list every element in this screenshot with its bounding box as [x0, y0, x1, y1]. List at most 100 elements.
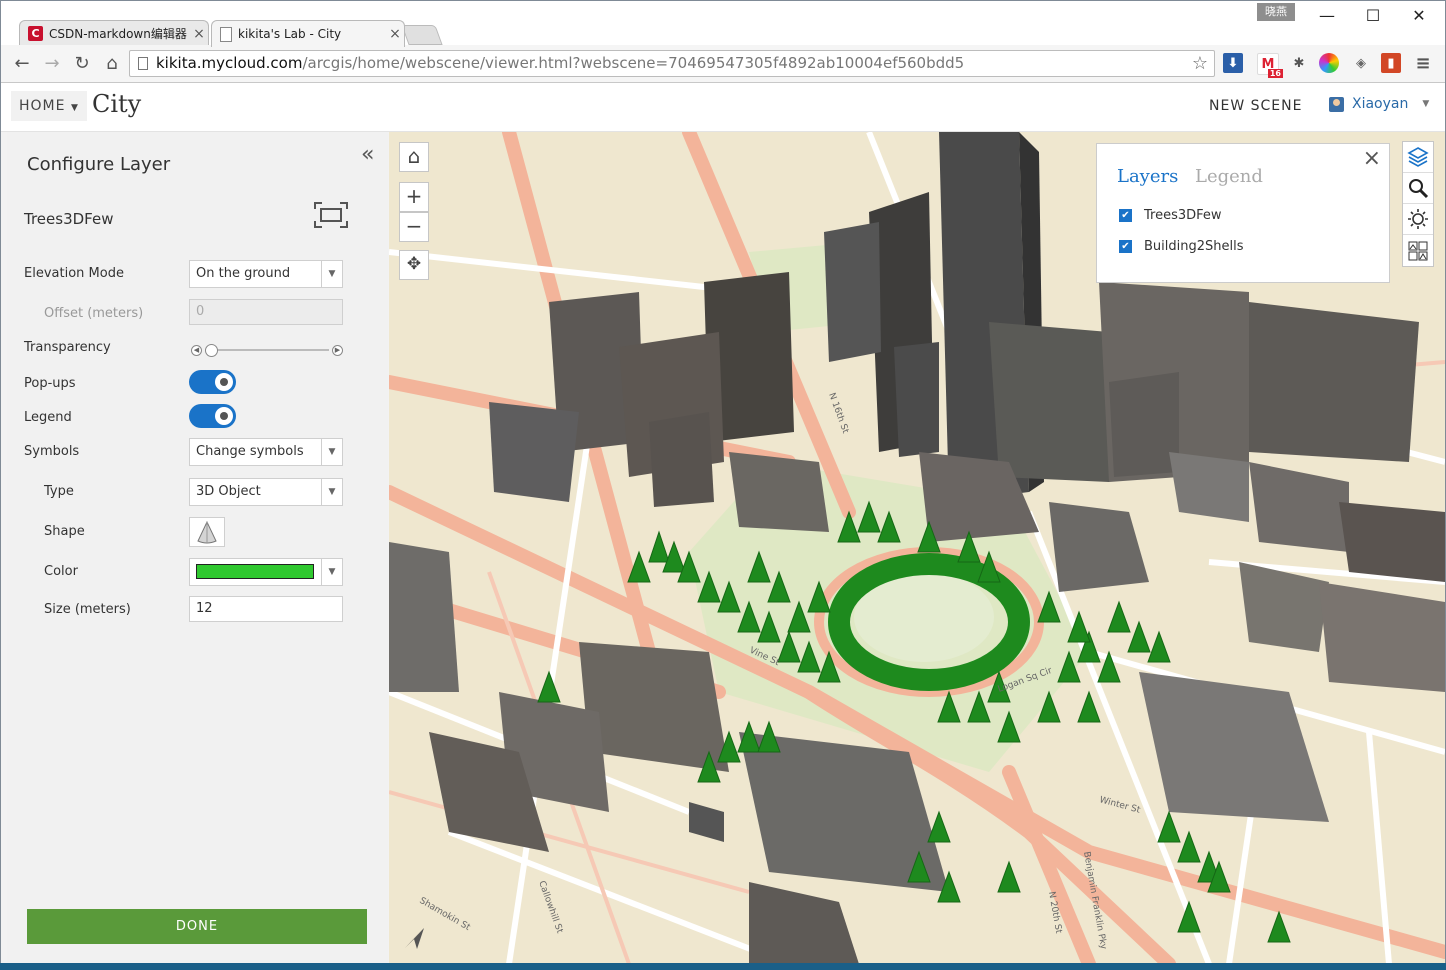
type-select[interactable]: 3D Object ▼ — [189, 478, 343, 506]
bug-extension-icon[interactable]: ✱ — [1289, 53, 1309, 73]
scene-view[interactable]: N 16th St Logan Sq Cir N 20th St Benjami… — [389, 132, 1445, 964]
tab-layers[interactable]: Layers — [1117, 166, 1178, 187]
scene-title: City — [92, 90, 142, 118]
gmail-extension-icon[interactable]: M 16 — [1257, 53, 1283, 78]
shape-label: Shape — [44, 524, 85, 539]
home-label: HOME — [19, 98, 66, 114]
checkbox-checked-icon[interactable]: ✔ — [1119, 209, 1132, 222]
daylight-sun-icon[interactable] — [1403, 204, 1433, 235]
browser-window: C CSDN-markdown编辑器 × kikita's Lab - City… — [0, 0, 1446, 968]
tab-title: kikita's Lab - City — [238, 27, 342, 41]
popups-toggle[interactable] — [189, 370, 236, 394]
url-path: /arcgis/home/webscene/viewer.html?websce… — [302, 54, 965, 72]
desktop-taskbar-edge — [0, 963, 1446, 970]
svg-text:Callowhill St: Callowhill St — [536, 880, 564, 936]
tab-csdn[interactable]: C CSDN-markdown编辑器 × — [19, 20, 209, 46]
offset-input: 0 — [189, 299, 343, 325]
elevation-mode-select[interactable]: On the ground ▼ — [189, 260, 343, 288]
transparency-slider[interactable]: ◀ ▶ — [191, 343, 343, 357]
tab-title: CSDN-markdown编辑器 — [49, 27, 187, 41]
type-label: Type — [44, 484, 74, 499]
layer-item[interactable]: ✔ Building2Shells — [1119, 239, 1244, 254]
chevron-down-icon: ▼ — [321, 559, 342, 585]
home-icon[interactable]: ⌂ — [99, 51, 125, 77]
close-window-icon[interactable]: ✕ — [1397, 5, 1441, 27]
chevron-down-icon: ▼ — [321, 261, 342, 287]
color-picker-extension-icon[interactable] — [1319, 53, 1339, 73]
user-menu[interactable]: Xiaoyan ▼ — [1329, 96, 1429, 112]
basemap-gallery-icon[interactable] — [1403, 235, 1433, 266]
user-name: Xiaoyan — [1352, 96, 1409, 112]
back-arrow-icon[interactable]: ← — [9, 51, 35, 77]
offset-value: 0 — [196, 304, 205, 319]
default-view-home-icon[interactable]: ⌂ — [399, 142, 429, 172]
close-tab-icon[interactable]: × — [190, 26, 208, 42]
checkbox-checked-icon[interactable]: ✔ — [1119, 240, 1132, 253]
url-host: kikita.mycloud.com — [156, 54, 303, 72]
browser-toolbar: ← → ↻ ⌂ kikita.mycloud.com/arcgis/home/w… — [1, 45, 1445, 83]
bookmark-star-icon[interactable]: ☆ — [1192, 51, 1208, 76]
transparency-label: Transparency — [24, 340, 111, 355]
layer-name: Trees3DFew — [24, 210, 114, 228]
panel-title: Configure Layer — [27, 154, 171, 175]
tab-legend[interactable]: Legend — [1195, 166, 1263, 187]
minimize-icon[interactable]: — — [1305, 5, 1349, 27]
layer-item-label: Building2Shells — [1144, 239, 1244, 254]
collapse-panel-icon[interactable]: « — [361, 142, 374, 167]
elevation-mode-value: On the ground — [196, 266, 291, 281]
app-header: HOME ▼ City NEW SCENE Xiaoyan ▼ — [1, 83, 1445, 132]
chevron-down-icon: ▼ — [1422, 99, 1430, 109]
chevron-down-icon: ▼ — [70, 103, 79, 113]
legend-label: Legend — [24, 410, 72, 425]
size-input[interactable]: 12 — [189, 596, 343, 622]
bookmark-extension-icon[interactable]: ▮ — [1381, 53, 1401, 73]
layers-panel: Layers Legend × ✔ Trees3DFew ✔ Building2… — [1096, 143, 1390, 283]
svg-text:Winter St: Winter St — [1098, 795, 1141, 816]
new-tab-button[interactable] — [401, 25, 443, 45]
pan-icon[interactable]: ✥ — [399, 250, 429, 280]
configure-layer-panel: Configure Layer « Trees3DFew Elevation M… — [7, 132, 388, 964]
layer-list-icon[interactable] — [1403, 142, 1433, 173]
search-icon[interactable] — [1403, 173, 1433, 204]
done-button[interactable]: DONE — [27, 909, 367, 944]
map-tools-column — [1402, 141, 1434, 267]
tag-extension-icon[interactable]: ◈ — [1351, 53, 1371, 73]
download-extension-icon[interactable]: ⬇ — [1223, 53, 1243, 73]
tab-kikita-lab[interactable]: kikita's Lab - City × — [211, 20, 405, 47]
type-value: 3D Object — [196, 484, 261, 499]
slider-decrease-icon[interactable]: ◀ — [191, 345, 202, 356]
address-bar[interactable]: kikita.mycloud.com/arcgis/home/webscene/… — [129, 50, 1215, 77]
popups-label: Pop-ups — [24, 376, 76, 391]
zoom-out-button[interactable]: − — [399, 212, 429, 242]
reload-icon[interactable]: ↻ — [69, 51, 95, 77]
chevron-down-icon: ▼ — [321, 479, 342, 505]
symbols-value: Change symbols — [196, 444, 304, 459]
zoom-to-layer-icon[interactable] — [314, 202, 348, 228]
shape-picker-button[interactable] — [189, 517, 225, 547]
close-tab-icon[interactable]: × — [386, 26, 404, 42]
zoom-in-button[interactable]: + — [399, 182, 429, 212]
slider-increase-icon[interactable]: ▶ — [332, 345, 343, 356]
color-picker[interactable]: ▼ — [189, 558, 343, 586]
layer-item[interactable]: ✔ Trees3DFew — [1119, 208, 1222, 223]
page-document-icon — [220, 26, 232, 42]
close-icon[interactable]: × — [1363, 146, 1381, 171]
tab-strip: C CSDN-markdown编辑器 × kikita's Lab - City… — [1, 1, 1445, 47]
forward-arrow-icon[interactable]: → — [39, 51, 65, 77]
maximize-icon[interactable]: ☐ — [1351, 5, 1395, 27]
slider-track — [205, 349, 329, 351]
legend-toggle[interactable] — [189, 404, 236, 428]
symbols-select[interactable]: Change symbols ▼ — [189, 438, 343, 466]
ime-badge: 晓燕 — [1257, 3, 1295, 21]
slider-handle[interactable] — [205, 344, 218, 357]
avatar — [1329, 96, 1344, 112]
compass-icon[interactable] — [399, 924, 429, 954]
home-menu-button[interactable]: HOME ▼ — [11, 91, 87, 121]
menu-icon[interactable]: ≡ — [1413, 53, 1433, 74]
new-scene-button[interactable]: NEW SCENE — [1209, 98, 1302, 114]
csdn-favicon-icon: C — [28, 26, 43, 41]
size-value: 12 — [196, 601, 213, 616]
svg-text:N 16th St: N 16th St — [826, 392, 850, 436]
page-info-icon — [138, 57, 148, 70]
elevation-mode-label: Elevation Mode — [24, 266, 124, 281]
